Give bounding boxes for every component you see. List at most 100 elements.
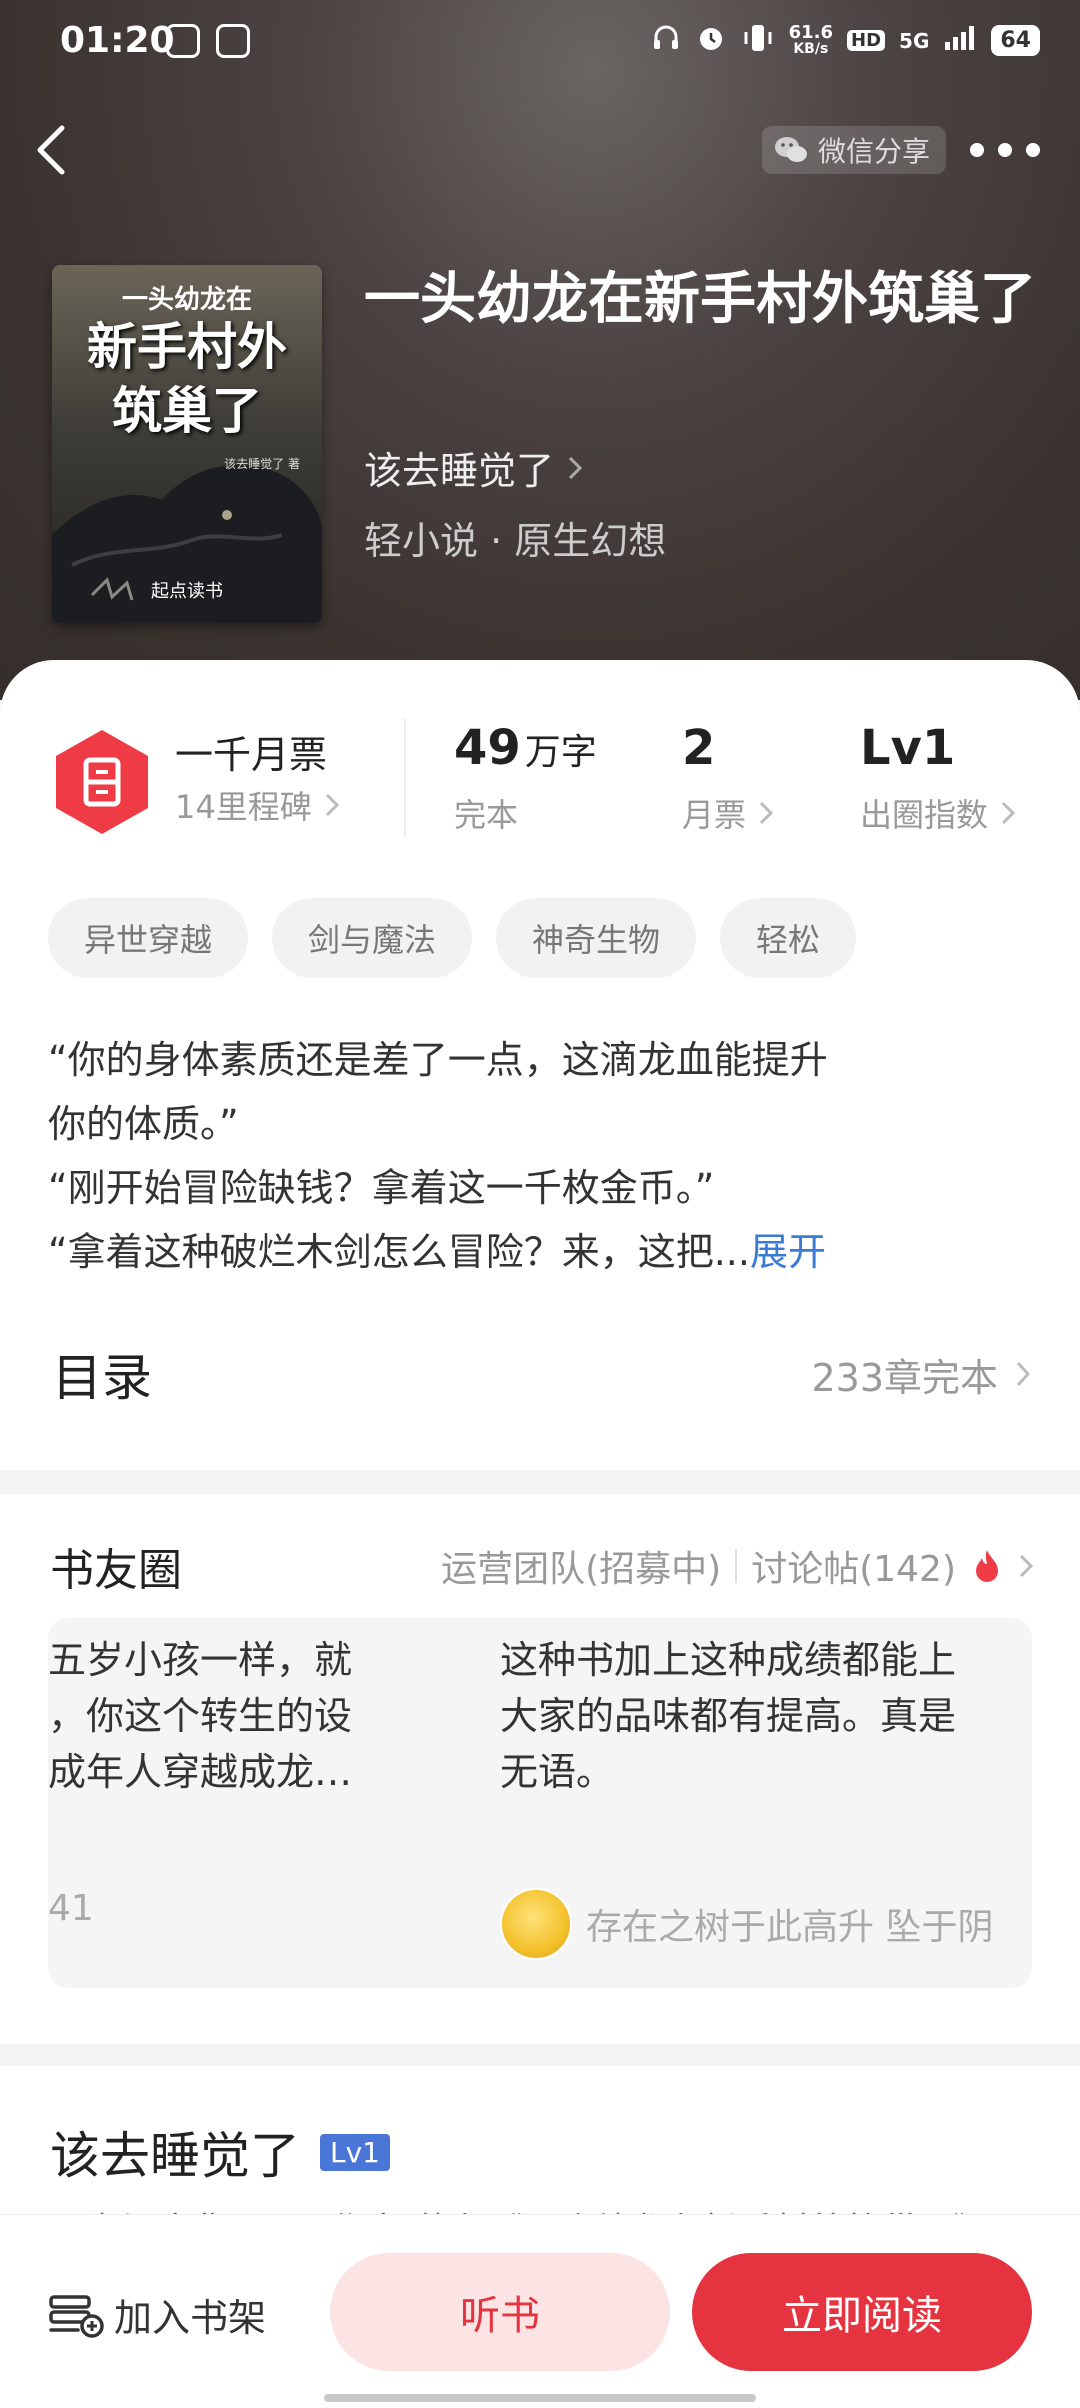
- hd-badge: HD: [847, 30, 886, 51]
- monthly-ticket-title: 一千月票: [175, 733, 328, 777]
- bottom-action-bar: 加入书架 听书 立即阅读: [0, 2214, 1080, 2408]
- toc-title: 目录: [52, 1349, 152, 1407]
- expand-link[interactable]: 展开: [750, 1230, 826, 1274]
- more-dot-icon: [1026, 143, 1040, 157]
- author-name: 该去睡觉了: [364, 449, 555, 493]
- network-speed-unit: KB/s: [793, 40, 829, 57]
- wechat-share-button[interactable]: 微信分享: [762, 126, 947, 174]
- tickets-value: 2: [682, 720, 716, 776]
- listen-button[interactable]: 听书: [330, 2253, 670, 2371]
- battery-indicator: 64: [991, 25, 1040, 56]
- monthly-ticket-icon[interactable]: [52, 728, 152, 836]
- post-footer: 存在之树于此高升 坠于阴: [500, 1888, 993, 1960]
- home-indicator[interactable]: [324, 2394, 756, 2402]
- influence-value: Lv1: [860, 720, 956, 776]
- tag-chip[interactable]: 剑与魔法: [272, 898, 473, 978]
- author-level-badge: Lv1: [320, 2133, 390, 2171]
- influence-label: 出圈指数: [860, 796, 989, 834]
- more-options-button[interactable]: [970, 130, 1040, 170]
- chevron-right-icon: [325, 793, 339, 817]
- post-username[interactable]: 存在之树于此高升 坠于阴: [586, 1898, 993, 1950]
- read-now-button[interactable]: 立即阅读: [692, 2253, 1032, 2371]
- post-text-line: 这种书加上这种成绩都能上: [500, 1638, 957, 1682]
- chevron-left-icon: [37, 125, 65, 175]
- influence-stat[interactable]: Lv1 出圈指数: [860, 720, 1016, 836]
- toc-summary: 233章完本: [811, 1355, 998, 1400]
- intro-line: “刚开始冒险缺钱？拿着这一千枚金币。”: [48, 1166, 715, 1210]
- tag-chip[interactable]: 轻松: [720, 898, 857, 978]
- book-cover[interactable]: 一头幼龙在 新手村外 筑巢了 该去睡觉了 著 起点读书: [52, 265, 322, 623]
- tag-list: 异世穿越 剑与魔法 神奇生物 轻松: [48, 898, 857, 978]
- back-button[interactable]: [30, 120, 74, 180]
- headphones-icon: [651, 23, 681, 58]
- book-info-card: 一千月票 14里程碑 49 万字 完本 2 月票 Lv1 出圈指数 异世穿越 剑与…: [0, 660, 1080, 1470]
- author-link[interactable]: 该去睡觉了: [364, 440, 584, 495]
- intro-line: 你的体质。”: [48, 1102, 239, 1146]
- completion-status: 完本: [454, 796, 519, 834]
- more-dot-icon: [970, 143, 984, 157]
- post-carousel[interactable]: 五岁小孩一样，就 ，你这个转生的设 成年人穿越成龙… 41 这种书加上这种成绩都…: [48, 1618, 1032, 1988]
- word-count-stat: 49 万字 完本: [454, 720, 597, 836]
- cover-author: 该去睡觉了 著: [224, 457, 300, 471]
- chevron-right-icon[interactable]: [1018, 1553, 1034, 1579]
- status-bar: 01:20 61.6 KB/s HD 5G 64: [0, 18, 1080, 68]
- book-title: 一头幼龙在新手村外筑巢了: [364, 266, 1036, 332]
- network-speed: 61.6: [788, 21, 834, 43]
- fire-icon: [976, 1550, 998, 1582]
- add-to-shelf-button[interactable]: 加入书架: [48, 2287, 266, 2342]
- cover-subtitle: 一头幼龙在: [121, 285, 252, 315]
- divider: [735, 1549, 738, 1583]
- reader-circle-section: 书友圈 运营团队(招募中) 讨论帖(142) 五岁小孩一样，就 ，你这个转生的设…: [0, 1494, 1080, 2044]
- wechat-icon: [775, 137, 807, 162]
- post-footer: 41: [48, 1888, 94, 1929]
- wechat-share-label: 微信分享: [818, 135, 931, 168]
- payment-notification-icon: [216, 24, 250, 58]
- vibrate-icon: [741, 22, 775, 59]
- book-intro[interactable]: “你的身体素质还是差了一点，这滴龙血能提升 你的体质。” “刚开始冒险缺钱？拿着…: [48, 1028, 1028, 1284]
- intro-line: “拿着这种破烂木剑怎么冒险？来，这把...展开: [48, 1220, 1028, 1284]
- post-text-line: 无语。: [500, 1750, 615, 1794]
- post-count: 41: [48, 1888, 94, 1929]
- post-card[interactable]: 这种书加上这种成绩都能上 大家的品味都有提高。真是 无语。: [500, 1632, 956, 1800]
- app-notification-icon: [166, 24, 200, 58]
- network-type: 5G: [899, 28, 930, 53]
- alarm-icon: [695, 22, 727, 59]
- cover-title-line: 新手村外: [87, 318, 287, 376]
- table-of-contents-row[interactable]: 目录 233章完本: [52, 1338, 1032, 1410]
- word-count-unit: 万字: [524, 732, 597, 773]
- bookshelf-add-icon: [49, 2294, 104, 2338]
- intro-line: “你的身体素质还是差了一点，这滴龙血能提升: [48, 1038, 828, 1082]
- word-count-value: 49: [454, 720, 521, 776]
- tickets-label: 月票: [682, 796, 747, 834]
- post-text-line: 大家的品味都有提高。真是: [500, 1694, 957, 1738]
- book-genre: 轻小说 · 原生幻想: [364, 519, 667, 563]
- author-section[interactable]: 该去睡觉了 Lv1 现为阅文集团Lv1作家 著有《一头幼龙在新手村外筑巢了》: [0, 2066, 1080, 2252]
- tag-chip[interactable]: 异世穿越: [48, 898, 249, 978]
- chevron-right-icon: [1001, 801, 1016, 825]
- author-section-name: 该去睡觉了: [50, 2127, 300, 2185]
- post-text-line: ，你这个转生的设: [48, 1694, 353, 1738]
- stats-divider: [404, 718, 406, 838]
- tickets-stat[interactable]: 2 月票: [682, 720, 774, 836]
- post-card[interactable]: 五岁小孩一样，就 ，你这个转生的设 成年人穿越成龙…: [48, 1632, 352, 1800]
- operations-team-link[interactable]: 运营团队(招募中): [441, 1540, 721, 1592]
- intro-line-text: “拿着这种破烂木剑怎么冒险？来，这把...: [48, 1230, 750, 1274]
- avatar[interactable]: [500, 1888, 572, 1960]
- circle-title: 书友圈: [50, 1545, 182, 1596]
- discussions-link[interactable]: 讨论帖(142): [751, 1540, 956, 1592]
- signal-icon: [943, 24, 977, 57]
- chevron-right-icon: [1016, 1361, 1031, 1387]
- cover-publisher: 起点读书: [151, 581, 223, 602]
- more-dot-icon: [998, 143, 1012, 157]
- add-to-shelf-label: 加入书架: [114, 2296, 267, 2340]
- milestone-label: 14里程碑: [175, 788, 312, 826]
- tag-chip[interactable]: 神奇生物: [496, 898, 697, 978]
- milestone-link[interactable]: 14里程碑: [175, 782, 340, 828]
- status-time: 01:20: [60, 20, 175, 61]
- cover-title-line: 筑巢了: [112, 382, 262, 440]
- chevron-right-icon: [759, 801, 774, 825]
- post-text-line: 五岁小孩一样，就: [48, 1638, 353, 1682]
- post-text-line: 成年人穿越成龙…: [48, 1750, 353, 1794]
- cover-title: 新手村外 筑巢了: [52, 315, 322, 443]
- chevron-right-icon: [568, 456, 583, 479]
